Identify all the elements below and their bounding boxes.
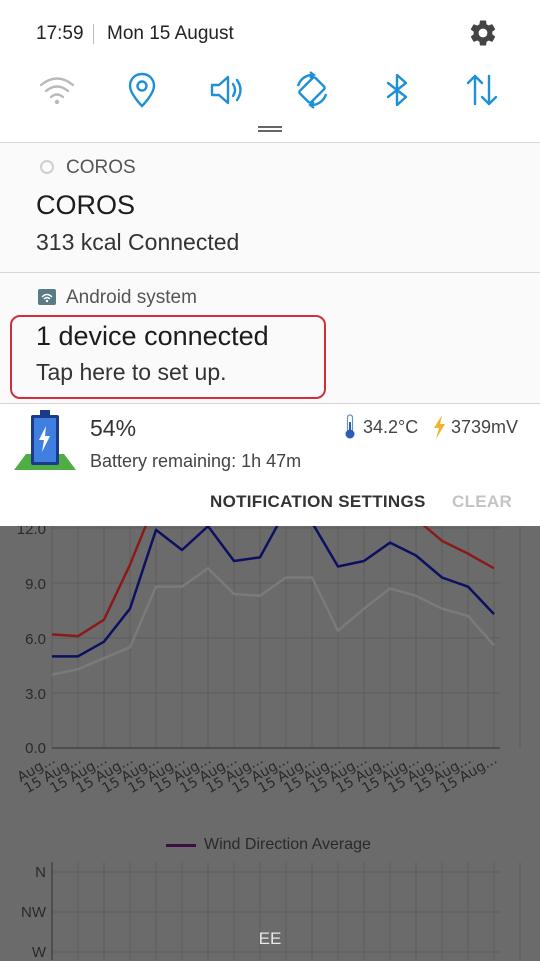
android-app-name: Android system [66, 287, 197, 308]
divider [93, 24, 94, 44]
drag-handle[interactable] [258, 126, 282, 132]
mobile-data-icon[interactable] [462, 70, 502, 110]
y-tick-label: 6.0 [25, 631, 46, 648]
y-tick-label: 9.0 [25, 576, 46, 593]
bluetooth-icon[interactable] [377, 70, 417, 110]
notification-shade: 17:59 Mon 15 August COROS COROS 313 kcal… [0, 0, 540, 526]
battery-icon [14, 410, 76, 470]
settings-gear-icon[interactable] [468, 18, 498, 48]
wind-direction-legend: Wind Direction Average [166, 836, 371, 854]
auto-rotate-icon[interactable] [292, 70, 332, 110]
battery-remaining: Battery remaining: 1h 47m [90, 451, 302, 471]
coros-app-icon [40, 160, 54, 174]
clock: 17:59 [36, 23, 84, 44]
battery-voltage: 3739mV [451, 417, 519, 437]
highlight-box [10, 315, 326, 399]
legend-swatch [166, 843, 196, 847]
battery-percent: 54% [90, 415, 137, 441]
battery-temperature: 34.2°C [363, 417, 419, 437]
y-tick-label: 3.0 [25, 686, 46, 703]
thermometer-icon [345, 414, 355, 439]
coros-app-name: COROS [66, 157, 136, 178]
location-icon[interactable] [122, 70, 162, 110]
date: Mon 15 August [107, 23, 234, 44]
wifi-icon[interactable] [37, 70, 77, 110]
coros-title: COROS [36, 190, 136, 220]
y-tick-label: N [35, 864, 46, 881]
android-system-icon [38, 289, 56, 305]
lightning-icon [434, 415, 445, 439]
legend-label: Wind Direction Average [204, 836, 371, 853]
notification-settings-button[interactable]: NOTIFICATION SETTINGS [210, 492, 426, 512]
bottom-label: EE [258, 929, 282, 948]
coros-text: 313 kcal Connected [36, 229, 240, 255]
sound-icon[interactable] [207, 70, 247, 110]
clear-button[interactable]: CLEAR [452, 492, 512, 512]
y-tick-label: NW [21, 904, 46, 921]
status-bar: 17:59 Mon 15 August [0, 0, 540, 66]
y-tick-label: 0.0 [25, 740, 46, 757]
